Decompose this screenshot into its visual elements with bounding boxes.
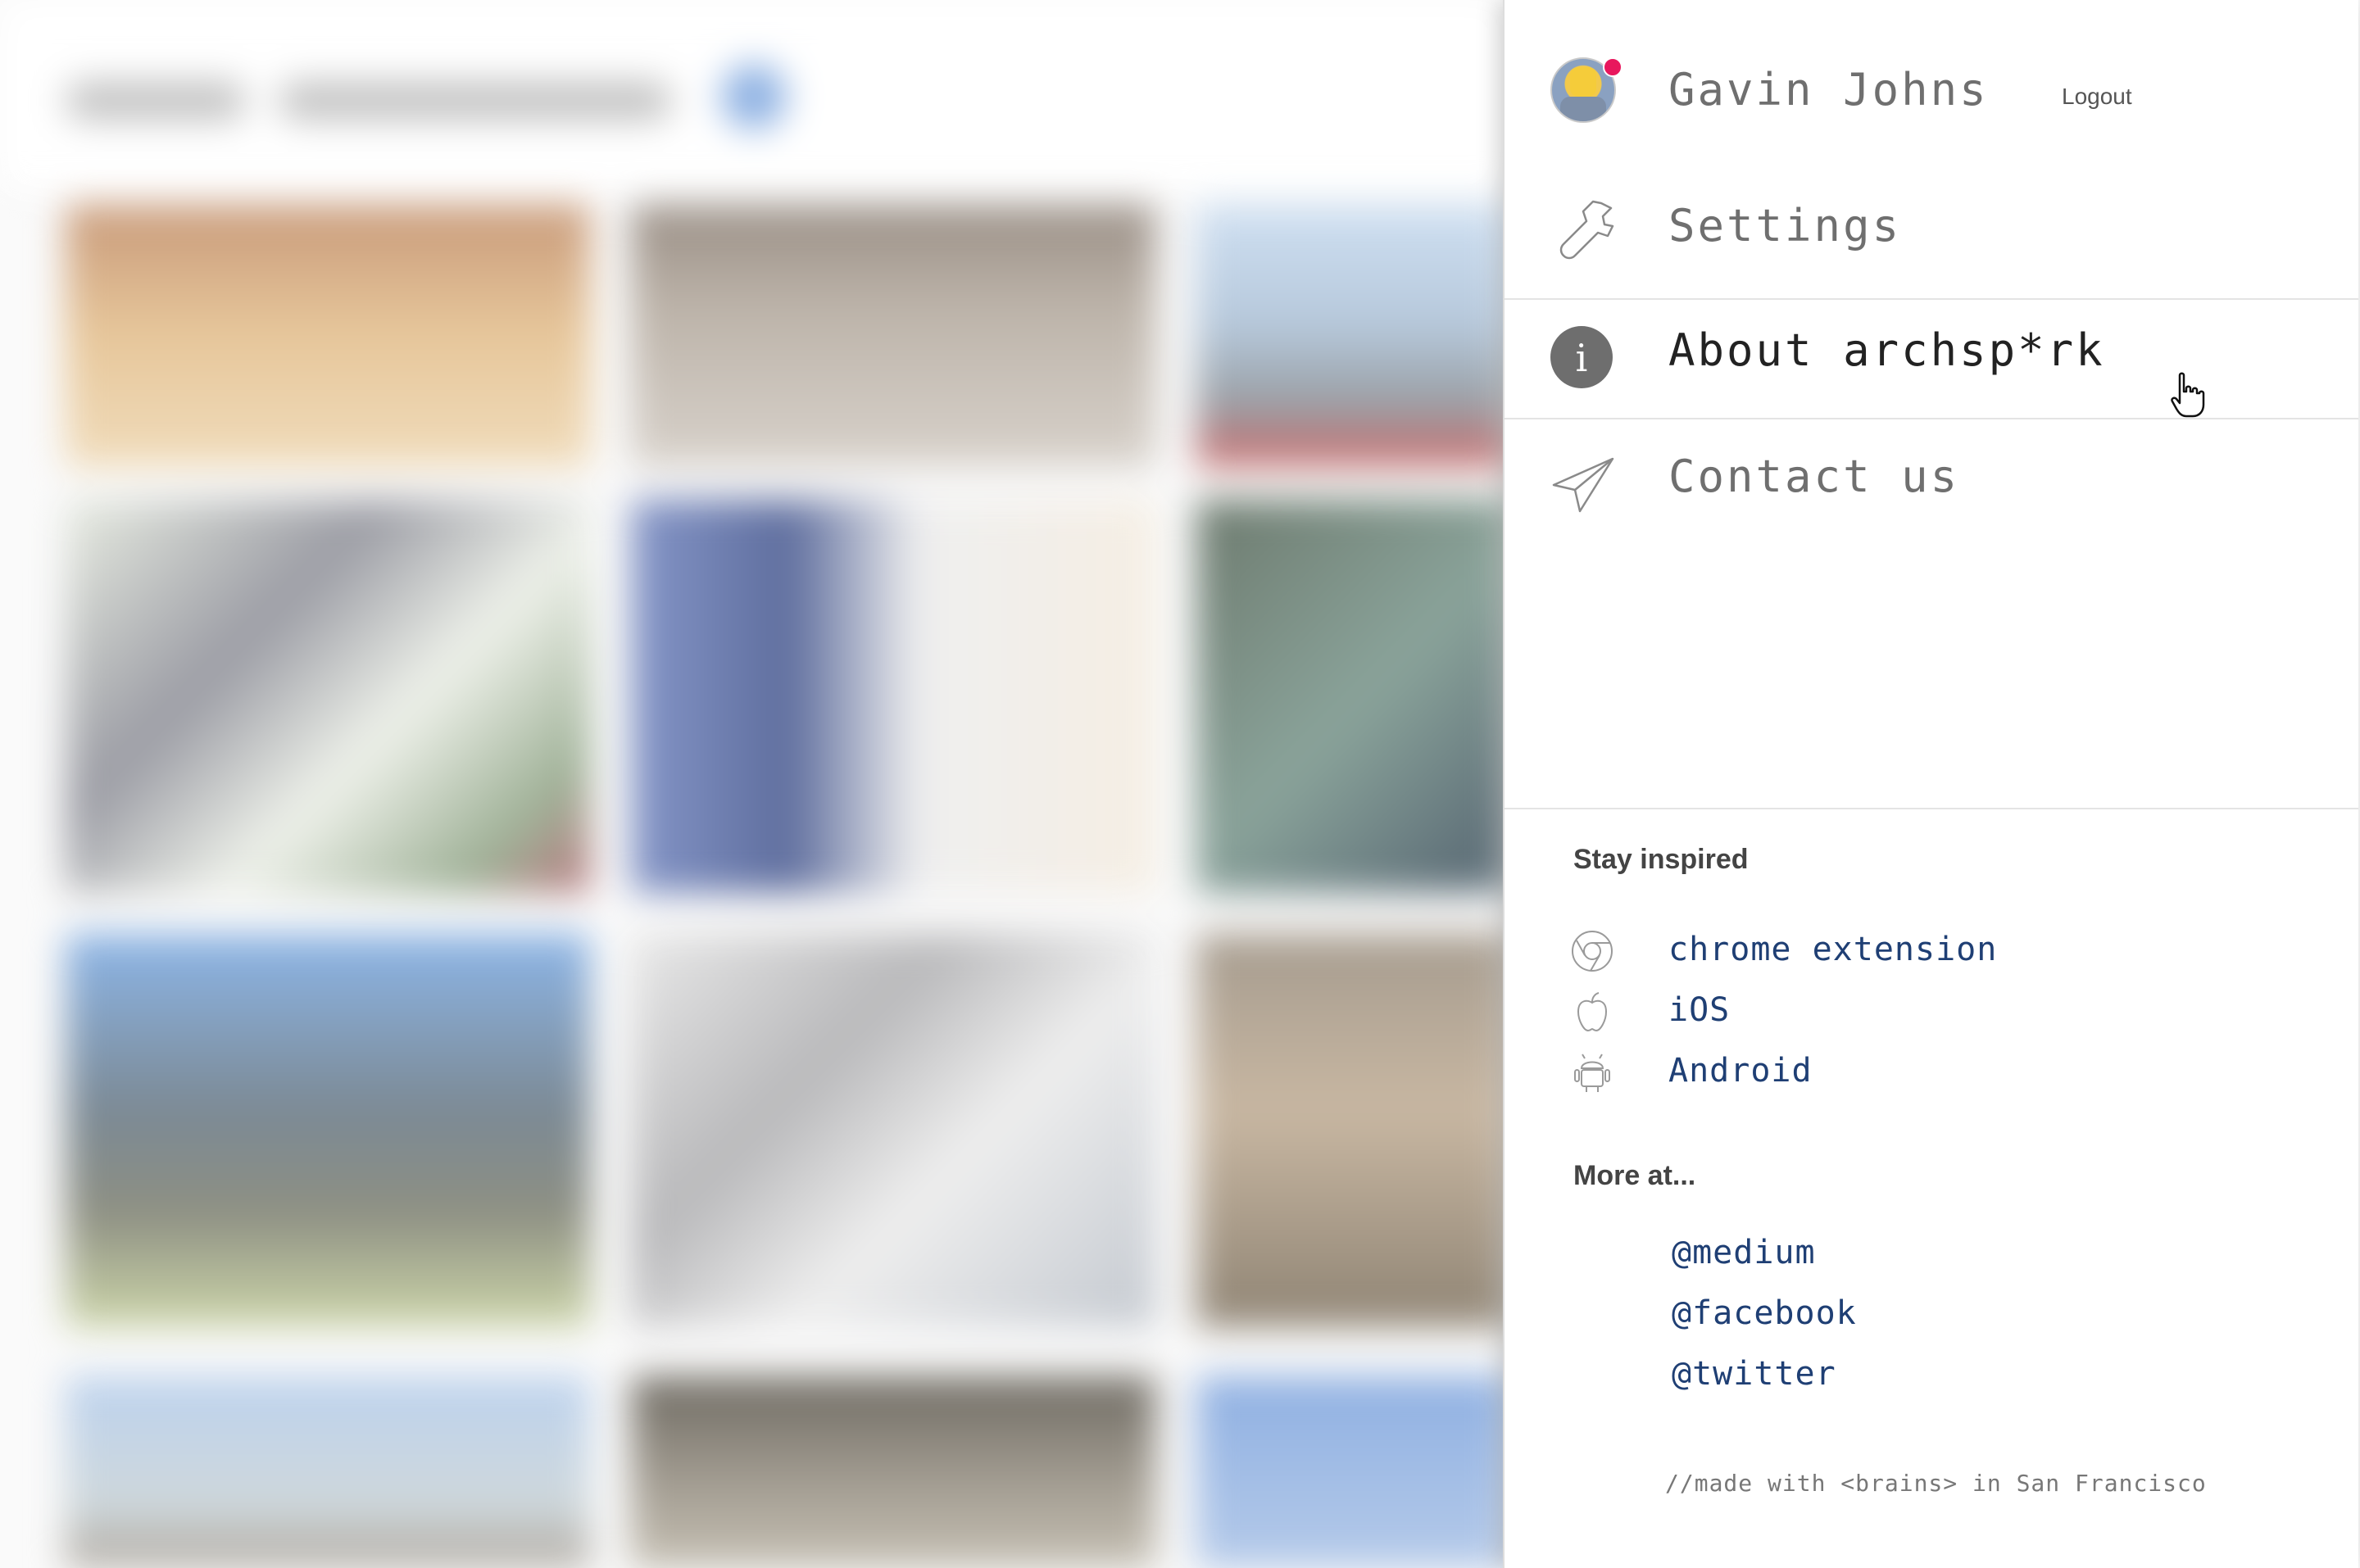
user-name: Gavin Johns bbox=[1668, 64, 1989, 116]
app-link-ios[interactable]: iOS bbox=[1570, 986, 2226, 1036]
avatar-face bbox=[1570, 67, 1596, 97]
paper-plane-icon bbox=[1552, 457, 1614, 513]
divider bbox=[1504, 808, 2358, 809]
stay-inspired-heading: Stay inspired bbox=[1573, 844, 1749, 875]
user-row: Gavin Johns Logout bbox=[1504, 33, 2358, 147]
twitter-link[interactable]: @twitter bbox=[1672, 1355, 1836, 1393]
background-search-bar bbox=[279, 82, 672, 120]
background-tile bbox=[1196, 500, 1508, 893]
more-at-heading: More at... bbox=[1573, 1160, 1696, 1191]
background-header bbox=[0, 0, 1508, 195]
background-app-blurred bbox=[0, 0, 1508, 1568]
app-link-chrome[interactable]: chrome extension bbox=[1570, 926, 2226, 975]
facebook-link[interactable]: @facebook bbox=[1672, 1294, 1857, 1332]
background-logo bbox=[66, 82, 246, 120]
medium-link[interactable]: @medium bbox=[1672, 1234, 1816, 1271]
wrench-icon bbox=[1559, 200, 1614, 260]
app-label: chrome extension bbox=[1668, 931, 1998, 968]
logout-link[interactable]: Logout bbox=[2062, 84, 2132, 110]
background-tile bbox=[1196, 205, 1508, 467]
app-label: Android bbox=[1668, 1052, 1813, 1090]
background-button bbox=[721, 64, 787, 129]
background-tile bbox=[631, 500, 1155, 893]
background-tile bbox=[631, 205, 1155, 467]
background-tile bbox=[66, 500, 590, 893]
info-icon: i bbox=[1550, 326, 1613, 388]
side-menu-panel: Gavin Johns Logout Settings i About arch… bbox=[1503, 0, 2358, 1568]
notification-dot bbox=[1603, 57, 1622, 77]
menu-item-about[interactable]: i About archsp*rk bbox=[1504, 300, 2358, 419]
android-icon bbox=[1574, 1054, 1610, 1092]
menu-label-about: About archsp*rk bbox=[1668, 324, 2105, 376]
footer-text: //made with <brains> in San Francisco bbox=[1665, 1470, 2207, 1497]
app-link-android[interactable]: Android bbox=[1570, 1047, 2226, 1096]
avatar-body bbox=[1560, 97, 1606, 121]
background-tile bbox=[1196, 934, 1508, 1327]
background-tile bbox=[631, 1376, 1155, 1568]
background-tile bbox=[1196, 1376, 1508, 1568]
menu-label-contact: Contact us bbox=[1668, 451, 1960, 502]
background-tile bbox=[66, 934, 590, 1327]
menu-item-settings[interactable]: Settings bbox=[1504, 180, 2358, 300]
apple-icon bbox=[1577, 992, 1608, 1032]
menu-item-contact[interactable]: Contact us bbox=[1504, 419, 2358, 537]
background-tile bbox=[631, 934, 1155, 1327]
hand-pointer-icon bbox=[2171, 372, 2205, 418]
background-tile bbox=[66, 1376, 590, 1568]
app-label: iOS bbox=[1668, 991, 1731, 1029]
chrome-icon bbox=[1572, 931, 1613, 972]
menu-label-settings: Settings bbox=[1668, 200, 1902, 252]
background-tile bbox=[66, 205, 590, 467]
